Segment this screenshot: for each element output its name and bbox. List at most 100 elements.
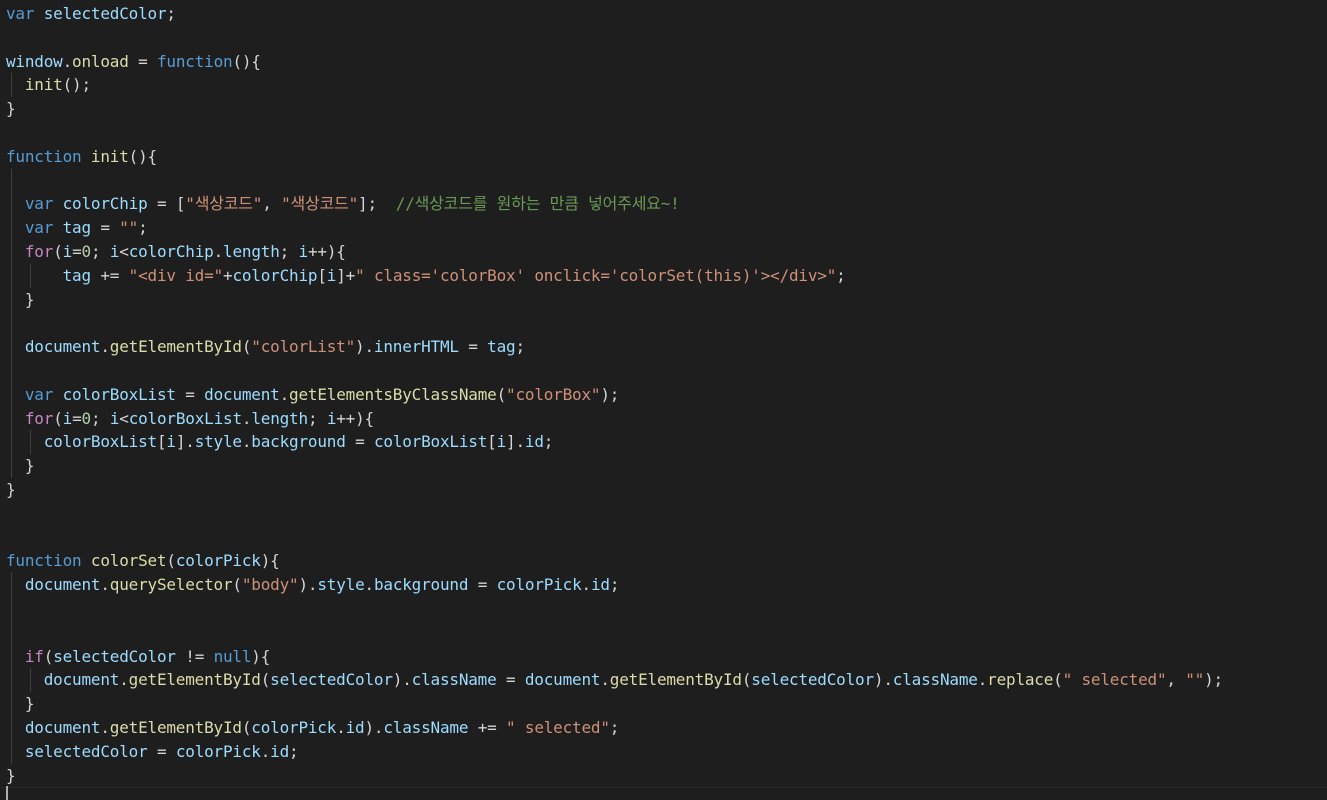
code-token: selectedColor: [53, 646, 176, 666]
code-line[interactable]: if(selectedColor != null){: [6, 644, 1223, 669]
code-token: 0: [81, 408, 92, 428]
code-line[interactable]: tag += "<div id="+colorChip[i]+" class='…: [6, 263, 1223, 288]
indent-guide: [11, 692, 12, 716]
code-token: querySelector: [109, 575, 233, 595]
code-line[interactable]: [6, 121, 1223, 145]
code-line[interactable]: [6, 311, 1223, 336]
code-token: " selected": [1062, 670, 1167, 690]
code-token: ]+: [336, 265, 356, 285]
code-line[interactable]: document.getElementById(selectedColor).c…: [6, 668, 1223, 693]
code-token: colorChip: [62, 194, 148, 214]
code-line[interactable]: [6, 168, 1223, 193]
code-token: innerHTML: [373, 337, 459, 357]
code-line[interactable]: document.getElementById("colorList").inn…: [6, 335, 1223, 359]
code-line[interactable]: [6, 526, 1223, 550]
code-token: =: [72, 408, 82, 428]
code-token: .: [600, 670, 610, 690]
code-line[interactable]: [6, 620, 1223, 645]
code-token: ).: [392, 670, 412, 690]
code-token: document: [24, 337, 101, 357]
code-token: i: [326, 408, 337, 428]
code-token: i: [62, 408, 73, 428]
code-token: (: [232, 575, 242, 595]
code-token: var: [6, 4, 35, 23]
code-line[interactable]: var colorChip = ["색상코드", "색상코드"]; //색상코드…: [6, 192, 1223, 217]
code-line[interactable]: function init(){: [6, 145, 1223, 169]
code-token: =: [147, 741, 176, 761]
code-token: =: [90, 218, 120, 238]
indent-guide: [11, 596, 12, 621]
code-token: ;: [609, 575, 620, 595]
code-line[interactable]: [6, 26, 1223, 50]
code-token: document: [524, 670, 601, 690]
code-token: ,: [262, 194, 282, 214]
code-token: className: [892, 670, 978, 690]
code-token: ].: [506, 432, 525, 452]
code-token: id: [590, 575, 610, 595]
code-token: document: [24, 575, 101, 595]
code-token: ();: [62, 75, 92, 95]
code-editor[interactable]: var selectedColor; window.onload = functi…: [0, 0, 1327, 800]
code-line[interactable]: window.onload = function(){: [6, 50, 1223, 74]
code-line[interactable]: }: [6, 692, 1223, 716]
code-token: .: [336, 717, 346, 737]
code-token: "색상코드": [281, 194, 359, 214]
code-token: selectedColor: [43, 4, 167, 23]
code-token: .: [100, 337, 110, 357]
code-token: colorBoxList: [62, 384, 176, 404]
code-token: <: [119, 408, 129, 428]
code-line[interactable]: colorBoxList[i].style.background = color…: [6, 430, 1223, 455]
code-line[interactable]: selectedColor = colorPick.id;: [6, 739, 1223, 764]
code-line[interactable]: }: [6, 478, 1223, 502]
code-token: ].: [175, 432, 195, 452]
code-line[interactable]: }: [6, 97, 1223, 121]
code-token: ;: [90, 241, 110, 261]
code-line[interactable]: for(i=0; i<colorChip.length; i++){: [6, 239, 1223, 264]
code-token: ).: [355, 337, 374, 357]
code-line[interactable]: init();: [6, 73, 1223, 98]
code-token: (: [53, 241, 63, 261]
code-line[interactable]: }: [6, 287, 1223, 312]
code-token: +=: [90, 265, 129, 285]
indent-guide: [11, 311, 12, 336]
indent-guide: [11, 573, 12, 597]
code-token: i: [326, 265, 337, 285]
code-line[interactable]: var tag = "";: [6, 216, 1223, 240]
code-token: i: [496, 432, 507, 452]
code-token: (: [43, 646, 54, 666]
code-line[interactable]: [6, 502, 1223, 526]
code-token: ;: [543, 432, 554, 452]
code-token: .: [581, 575, 592, 595]
code-line[interactable]: [6, 358, 1223, 383]
code-line[interactable]: function colorSet(colorPick){: [6, 549, 1223, 573]
indent-guide: [11, 668, 12, 693]
code-token: "": [1185, 670, 1205, 690]
code-token: init: [24, 75, 63, 95]
code-token: ;: [609, 717, 620, 737]
code-token: "colorBox": [506, 384, 601, 404]
code-line[interactable]: document.getElementById(colorPick.id).cl…: [6, 715, 1223, 740]
code-token: selectedColor: [751, 670, 874, 690]
code-line[interactable]: document.querySelector("body").style.bac…: [6, 573, 1223, 597]
code-token: replace: [987, 670, 1054, 690]
code-line[interactable]: for(i=0; i<colorBoxList.length; i++){: [6, 406, 1223, 431]
code-token: selectedColor: [270, 670, 393, 690]
code-token: var: [24, 218, 54, 238]
code-token: "<div id=": [128, 265, 224, 285]
code-line[interactable]: var colorBoxList = document.getElementsB…: [6, 382, 1223, 407]
code-area[interactable]: var selectedColor; window.onload = functi…: [6, 2, 1223, 787]
code-token: " class='colorBox' onclick='colorSet(thi…: [355, 265, 837, 285]
code-token: document: [24, 717, 101, 737]
code-line[interactable]: }: [6, 764, 1223, 788]
code-token: for: [24, 408, 54, 428]
code-token: i: [109, 241, 120, 261]
code-line[interactable]: var selectedColor;: [6, 2, 1223, 26]
code-line[interactable]: }: [6, 454, 1223, 478]
code-line[interactable]: [6, 596, 1223, 621]
code-token: ;: [289, 741, 299, 761]
code-token: (: [53, 408, 63, 428]
code-token: (: [1053, 670, 1063, 690]
code-token: getElementsByClassName: [289, 384, 497, 404]
